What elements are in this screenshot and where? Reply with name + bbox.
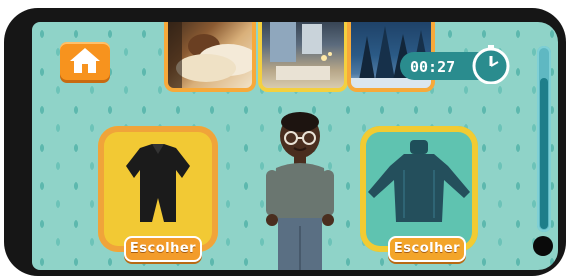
scene-thumbnail-room[interactable]: [258, 22, 348, 92]
teal-sweater-image: [368, 140, 470, 222]
progress-end-marker: [533, 236, 553, 256]
child-avatar: [266, 112, 334, 270]
scene-thumbnail-bedroom[interactable]: [164, 22, 256, 92]
choose-button-sweater[interactable]: Escolher: [388, 236, 466, 262]
choice-card-outfit[interactable]: [98, 126, 218, 252]
choose-button-outfit[interactable]: Escolher: [124, 236, 202, 262]
progress-bar: [537, 46, 551, 232]
stopwatch-icon: [472, 45, 510, 84]
black-outfit-image: [126, 144, 190, 222]
home-button[interactable]: [60, 42, 110, 80]
home-icon: [70, 48, 100, 73]
choose-label: Escolher: [393, 241, 461, 256]
sleeping-child-image: [168, 22, 252, 88]
game-screen: 00:27 Escolher Escolher: [32, 22, 558, 270]
phone-device: 00:27 Escolher Escolher: [0, 0, 570, 278]
timer-display: 00:27: [410, 58, 456, 76]
progress-fill: [540, 78, 548, 229]
cozy-room-image: [270, 22, 332, 80]
choose-label: Escolher: [129, 241, 197, 256]
choice-card-sweater[interactable]: [360, 126, 478, 252]
